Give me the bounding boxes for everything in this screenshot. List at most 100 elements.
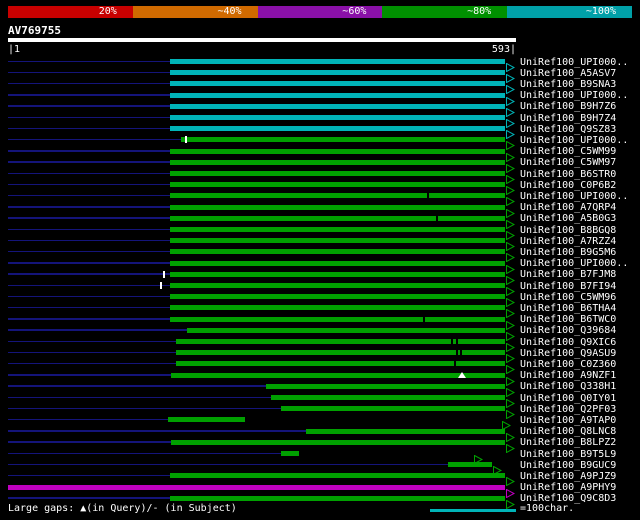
hit-label[interactable]: UniRef100_B9GUC9 [520,460,616,471]
hit-bar[interactable] [170,317,505,322]
hit-bar[interactable] [170,272,505,277]
unaligned-leader-line [8,105,170,107]
hit-label[interactable]: UniRef100_UPI000.. [520,258,628,269]
hit-bar[interactable] [170,93,505,98]
hit-bar[interactable] [170,182,505,187]
unaligned-leader-line [8,475,170,477]
hit-label[interactable]: UniRef100_Q9ASU9 [520,348,616,359]
hit-label[interactable]: UniRef100_UPI000.. [520,135,628,146]
hit-bar[interactable] [170,261,505,266]
hit-label[interactable]: UniRef100_C5WM97 [520,157,616,168]
hit-label[interactable]: UniRef100_B9T5L9 [520,449,616,460]
hit-label[interactable]: UniRef100_C5WM99 [520,146,616,157]
hit-label[interactable]: UniRef100_C0P6B2 [520,180,616,191]
hit-bar[interactable] [170,238,505,243]
hit-bar[interactable] [170,160,505,165]
hit-arrowhead-icon [506,124,515,133]
hit-label[interactable]: UniRef100_A7RZZ4 [520,236,616,247]
unaligned-leader-line [8,273,170,275]
hit-bar[interactable] [448,462,492,467]
hit-label[interactable]: UniRef100_A5ASV7 [520,68,616,79]
hit-bar[interactable] [168,417,245,422]
hit-label[interactable]: UniRef100_B9H7Z4 [520,113,616,124]
hit-arrowhead-icon [506,337,515,346]
hit-bar[interactable] [170,227,505,232]
hit-label[interactable]: UniRef100_B7FJM8 [520,269,616,280]
hit-bar[interactable] [181,137,505,142]
hit-bar[interactable] [170,473,505,478]
hit-label[interactable]: UniRef100_UPI000.. [520,57,628,68]
unaligned-leader-line [8,296,170,298]
identity-scale-label: 20% [99,6,117,18]
hit-label[interactable]: UniRef100_A7QRP4 [520,202,616,213]
hit-arrowhead-icon [506,180,515,189]
hit-bar[interactable] [170,149,505,154]
hit-arrowhead-icon [506,158,515,167]
hit-label[interactable]: UniRef100_Q2PF03 [520,404,616,415]
hit-label[interactable]: UniRef100_B6THA4 [520,303,616,314]
hit-bar[interactable] [171,373,505,378]
hit-label[interactable]: UniRef100_A9PJZ9 [520,471,616,482]
hit-bar[interactable] [170,294,505,299]
hit-label[interactable]: UniRef100_A9TAP0 [520,415,616,426]
hit-label[interactable]: UniRef100_A9NZF1 [520,370,616,381]
unaligned-leader-line [8,251,170,253]
hit-label[interactable]: UniRef100_B6STR0 [520,169,616,180]
hit-bar[interactable] [271,395,505,400]
hit-bar[interactable] [170,115,505,120]
unaligned-leader-line [8,318,170,320]
unaligned-leader-line [8,150,170,152]
hit-bar[interactable] [170,205,505,210]
unaligned-leader-line [8,83,170,85]
hit-bar[interactable] [187,328,505,333]
hit-bar[interactable] [170,249,505,254]
hit-bar[interactable] [266,384,505,389]
hit-arrowhead-icon [506,91,515,100]
hit-bar[interactable] [306,429,505,434]
hit-arrowhead-icon [506,68,515,77]
unaligned-leader-line [8,329,187,331]
hit-arrowhead-icon [506,113,515,122]
hit-bar[interactable] [170,59,505,64]
unaligned-leader-line [8,195,170,197]
unaligned-leader-line [8,285,170,287]
hit-bar[interactable] [8,485,505,490]
hit-label[interactable]: UniRef100_B9H7Z6 [520,101,616,112]
hit-bar[interactable] [170,305,505,310]
hit-label[interactable]: UniRef100_Q0IY01 [520,393,616,404]
hit-bar[interactable] [170,216,505,221]
hit-arrowhead-icon [506,57,515,66]
hit-bar[interactable] [171,440,505,445]
hit-label[interactable]: UniRef100_B8BGQ8 [520,225,616,236]
hit-label[interactable]: UniRef100_UPI000.. [520,90,628,101]
hit-bar[interactable] [281,406,505,411]
hit-label[interactable]: UniRef100_Q39684 [520,325,616,336]
hit-bar[interactable] [170,171,505,176]
hit-bar[interactable] [281,451,299,456]
hit-bar[interactable] [170,104,505,109]
hit-label[interactable]: UniRef100_B9SNA3 [520,79,616,90]
unaligned-leader-line [8,61,170,63]
hit-label[interactable]: UniRef100_A9PHY9 [520,482,616,493]
hit-label[interactable]: UniRef100_B6TWC0 [520,314,616,325]
hit-bar[interactable] [170,70,505,75]
hit-label[interactable]: UniRef100_C0Z360 [520,359,616,370]
hit-label[interactable]: UniRef100_A5B0G3 [520,213,616,224]
hit-bar[interactable] [170,126,505,131]
hit-bar[interactable] [170,81,505,86]
hit-label[interactable]: UniRef100_Q9SZ83 [520,124,616,135]
hit-bar[interactable] [170,496,505,501]
hit-label[interactable]: UniRef100_UPI000.. [520,191,628,202]
hit-label[interactable]: UniRef100_C5WM96 [520,292,616,303]
hit-arrowhead-icon [506,135,515,144]
hit-label[interactable]: UniRef100_B9G5M6 [520,247,616,258]
hit-bar[interactable] [170,283,505,288]
hit-label[interactable]: UniRef100_B8LPZ2 [520,437,616,448]
hit-label[interactable]: UniRef100_Q8LNC8 [520,426,616,437]
hit-label[interactable]: UniRef100_B7FI94 [520,281,616,292]
hit-arrowhead-icon [506,438,515,447]
hit-label[interactable]: UniRef100_Q9XIC6 [520,337,616,348]
hit-arrowhead-icon [506,79,515,88]
hit-label[interactable]: UniRef100_Q338H1 [520,381,616,392]
hit-bar[interactable] [170,193,505,198]
